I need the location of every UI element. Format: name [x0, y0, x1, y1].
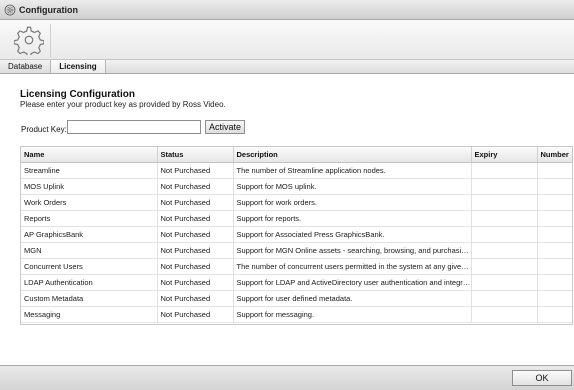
cell-name: Streamline	[21, 162, 158, 179]
gear-icon	[4, 4, 16, 16]
cell-expiry	[471, 178, 538, 195]
cell-name: MGN	[21, 242, 158, 259]
page-subtitle: Please enter your product key as provide…	[20, 100, 226, 109]
table-row[interactable]: Streamline Not Purchased The number of S…	[21, 162, 572, 179]
tab-database[interactable]: Database	[0, 60, 52, 73]
cell-status: Not Purchased	[157, 242, 234, 259]
cell-status: Not Purchased	[157, 194, 234, 211]
column-header-description[interactable]: Description	[233, 147, 472, 163]
cell-expiry	[471, 210, 538, 227]
cell-name: Custom Metadata	[21, 290, 158, 307]
activate-button[interactable]: Activate	[205, 120, 245, 134]
cell-description: Support for messaging.	[233, 306, 472, 323]
cell-expiry	[471, 226, 538, 243]
table-row[interactable]: Concurrent Users Not Purchased The numbe…	[21, 258, 572, 275]
cell-number	[537, 178, 572, 195]
cell-status: Not Purchased	[157, 306, 234, 323]
table-row[interactable]: Messaging Not Purchased Support for mess…	[21, 306, 572, 323]
table-row[interactable]: Custom Metadata Not Purchased Support fo…	[21, 290, 572, 307]
cell-number	[537, 210, 572, 227]
cell-description: The number of concurrent users permitted…	[233, 258, 472, 275]
configuration-toolbar-button[interactable]	[7, 24, 51, 58]
window-titlebar: Configuration	[0, 0, 574, 20]
window-title: Configuration	[19, 4, 78, 15]
cell-expiry	[471, 306, 538, 323]
cell-expiry	[471, 242, 538, 259]
cell-number	[537, 274, 572, 291]
cell-name: AP GraphicsBank	[21, 226, 158, 243]
dialog-footer: OK	[0, 365, 574, 390]
cell-status: Not Purchased	[157, 226, 234, 243]
cell-number	[537, 306, 572, 323]
cell-status: Not Purchased	[157, 162, 234, 179]
table-row[interactable]: AP GraphicsBank Not Purchased Support fo…	[21, 226, 572, 243]
cell-description: Support for reports.	[233, 210, 472, 227]
table-row[interactable]: Work Orders Not Purchased Support for wo…	[21, 194, 572, 211]
column-header-expiry[interactable]: Expiry	[471, 147, 538, 163]
cell-number	[537, 242, 572, 259]
cell-status: Not Purchased	[157, 210, 234, 227]
cell-number	[537, 226, 572, 243]
cell-expiry	[471, 194, 538, 211]
toolbar	[0, 20, 574, 60]
cell-number	[537, 258, 572, 275]
cell-status: Not Purchased	[157, 290, 234, 307]
cell-name: Work Orders	[21, 194, 158, 211]
ok-button[interactable]: OK	[512, 370, 572, 386]
column-header-status[interactable]: Status	[157, 147, 234, 163]
page-title: Licensing Configuration	[20, 89, 135, 100]
cell-number	[537, 194, 572, 211]
cell-status: Not Purchased	[157, 178, 234, 195]
cell-description: Support for MOS uplink.	[233, 178, 472, 195]
gear-icon	[12, 25, 45, 58]
cell-description: Support for Associated Press GraphicsBan…	[233, 226, 472, 243]
cell-name: Messaging	[21, 306, 158, 323]
tab-bar: Database Licensing	[0, 60, 574, 74]
table-row[interactable]: LDAP Authentication Not Purchased Suppor…	[21, 274, 572, 291]
cell-number	[537, 162, 572, 179]
table-header-row: Name Status Description Expiry Number	[21, 147, 572, 163]
cell-status: Not Purchased	[157, 274, 234, 291]
table-row[interactable]: MGN Not Purchased Support for MGN Online…	[21, 242, 572, 259]
product-key-label: Product Key:	[21, 125, 67, 134]
cell-name: Reports	[21, 210, 158, 227]
column-header-name[interactable]: Name	[21, 147, 158, 163]
cell-status: Not Purchased	[157, 258, 234, 275]
tab-licensing[interactable]: Licensing	[51, 60, 106, 73]
product-key-input[interactable]	[67, 120, 201, 134]
cell-description: Support for user defined metadata.	[233, 290, 472, 307]
cell-expiry	[471, 258, 538, 275]
cell-description: The number of Streamline application nod…	[233, 162, 472, 179]
cell-expiry	[471, 274, 538, 291]
license-table: Name Status Description Expiry Number St…	[20, 146, 573, 325]
cell-expiry	[471, 162, 538, 179]
table-row[interactable]: Reports Not Purchased Support for report…	[21, 210, 572, 227]
cell-expiry	[471, 290, 538, 307]
cell-name: MOS Uplink	[21, 178, 158, 195]
cell-name: LDAP Authentication	[21, 274, 158, 291]
table-row[interactable]: MOS Uplink Not Purchased Support for MOS…	[21, 178, 572, 195]
licensing-panel: Licensing Configuration Please enter you…	[0, 75, 574, 365]
cell-name: Concurrent Users	[21, 258, 158, 275]
cell-description: Support for LDAP and ActiveDirectory use…	[233, 274, 472, 291]
cell-number	[537, 290, 572, 307]
cell-description: Support for work orders.	[233, 194, 472, 211]
column-header-number[interactable]: Number	[537, 147, 572, 163]
cell-description: Support for MGN Online assets - searchin…	[233, 242, 472, 259]
